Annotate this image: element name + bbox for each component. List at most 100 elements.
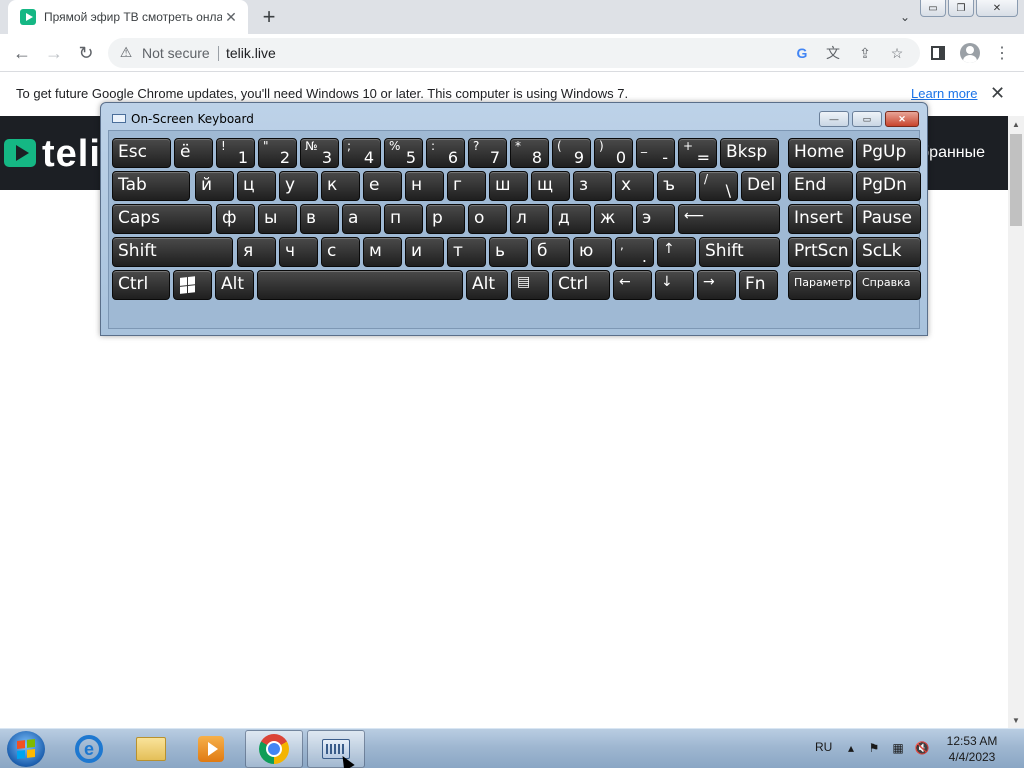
bookmark-star-icon[interactable]: ☆ [886,43,908,63]
key-ь[interactable]: ь [489,237,528,267]
translate-icon[interactable]: 文 [822,43,844,63]
start-button[interactable] [7,731,45,767]
site-logo-icon[interactable] [4,139,36,167]
arrow-right-key[interactable]: → [697,270,736,300]
page-scrollbar[interactable]: ▲ ▼ [1008,116,1024,728]
key-alt[interactable]: Alt [466,270,508,300]
network-icon[interactable]: ▦ [890,740,906,756]
learn-more-link[interactable]: Learn more [911,86,977,101]
key-fn[interactable]: Fn [739,270,778,300]
scroll-up-arrow-icon[interactable]: ▲ [1008,118,1024,130]
key-б[interactable]: б [531,237,570,267]
key-ё[interactable]: ё [174,138,213,168]
key-5[interactable]: % 5 [384,138,423,168]
key-bksp[interactable]: Bksp [720,138,779,168]
new-tab-button[interactable]: + [256,4,282,29]
key-т[interactable]: т [447,237,486,267]
taskbar-on-screen-keyboard[interactable] [307,730,365,768]
google-g-icon[interactable]: G [791,43,813,63]
key-е[interactable]: е [363,171,402,201]
taskbar-internet-explorer[interactable]: e [60,730,118,768]
key-а[interactable]: а [342,204,381,234]
key-э[interactable]: э [636,204,675,234]
enter-key[interactable]: ⟵ [678,204,780,234]
close-window-button[interactable]: ✕ [976,0,1018,17]
site-nav-favorites[interactable]: бранные [920,144,985,162]
key-3[interactable]: № 3 [300,138,339,168]
key-prtscn[interactable]: PrtScn [788,237,853,267]
key-л[interactable]: л [510,204,549,234]
arrow-left-key[interactable]: ← [613,270,652,300]
key-sclk[interactable]: ScLk [856,237,921,267]
key-9[interactable]: (9 [552,138,591,168]
key-ч[interactable]: ч [279,237,318,267]
key-1[interactable]: ! 1 [216,138,255,168]
security-status[interactable]: Not secure [142,45,210,61]
windows-logo-key[interactable] [173,270,212,300]
key-shift[interactable]: Shift [112,237,233,267]
osk-restore-button[interactable]: ▭ [852,111,882,127]
key-=[interactable]: + = [678,138,717,168]
scroll-thumb[interactable] [1010,134,1022,226]
key-shift[interactable]: Shift [699,237,780,267]
key-insert[interactable]: Insert [788,204,853,234]
key-alt[interactable]: Alt [215,270,254,300]
language-indicator[interactable]: RU [815,740,832,754]
volume-muted-icon[interactable]: 🔇 [914,740,930,756]
maximize-button[interactable]: ❐ [948,0,974,17]
key-ctrl[interactable]: Ctrl [552,270,610,300]
site-logo-text[interactable]: teli [42,133,101,176]
forward-button[interactable]: → [40,40,68,66]
key-0[interactable]: ) 0 [594,138,633,168]
key-caps[interactable]: Caps [112,204,212,234]
key-справка[interactable]: Справка [856,270,921,300]
key-ы[interactable]: ы [258,204,297,234]
key-ctrl[interactable]: Ctrl [112,270,170,300]
key-end[interactable]: End [788,171,853,201]
taskbar-media-player[interactable] [182,730,240,768]
key-и[interactable]: и [405,237,444,267]
taskbar-google-chrome[interactable] [245,730,303,768]
key-с[interactable]: с [321,237,360,267]
key-р[interactable]: р [426,204,465,234]
scroll-down-arrow-icon[interactable]: ▼ [1008,714,1024,726]
key-ъ[interactable]: ъ [657,171,696,201]
back-button[interactable]: ← [8,40,36,66]
profile-button[interactable] [957,40,983,66]
key-к[interactable]: к [321,171,360,201]
key-г[interactable]: г [447,171,486,201]
key-ф[interactable]: ф [216,204,255,234]
key-home[interactable]: Home [788,138,853,168]
address-bar[interactable]: ⚠ Not secure telik.live G 文 ⇪ ☆ [108,38,920,68]
arrow-up-key[interactable]: ↑ [657,237,696,267]
key-з[interactable]: з [573,171,612,201]
key-в[interactable]: в [300,204,339,234]
key-esc[interactable]: Esc [112,138,171,168]
share-icon[interactable]: ⇪ [854,43,876,63]
side-panel-button[interactable] [925,40,951,66]
osk-minimize-button[interactable]: — [819,111,849,127]
key-й[interactable]: й [195,171,234,201]
key-я[interactable]: я [237,237,276,267]
key-del[interactable]: Del [741,171,781,201]
key-параметры[interactable]: Параметры [788,270,853,300]
clock[interactable]: 12:53 AM 4/4/2023 [930,733,1014,765]
arrow-down-key[interactable]: ↓ [655,270,694,300]
key-щ[interactable]: щ [531,171,570,201]
key-pgdn[interactable]: PgDn [856,171,921,201]
reload-button[interactable]: ↻ [72,40,100,66]
key-д[interactable]: д [552,204,591,234]
warning-triangle-icon[interactable]: ⚠ [118,44,134,60]
key-о[interactable]: о [468,204,507,234]
key-м[interactable]: м [363,237,402,267]
infobar-close-icon[interactable]: ✕ [990,83,1005,104]
show-hidden-icons-icon[interactable]: ▴ [843,740,859,756]
key-ш[interactable]: ш [489,171,528,201]
tab-search-icon[interactable]: ⌄ [894,8,916,26]
space-key[interactable] [257,270,463,300]
key-.[interactable]: ,. [615,237,654,267]
key-\[interactable]: / \ [699,171,738,201]
key-ц[interactable]: ц [237,171,276,201]
browser-tab[interactable]: Прямой эфир ТВ смотреть онлайн ✕ [8,0,248,34]
minimize-button[interactable]: ▭ [920,0,946,17]
